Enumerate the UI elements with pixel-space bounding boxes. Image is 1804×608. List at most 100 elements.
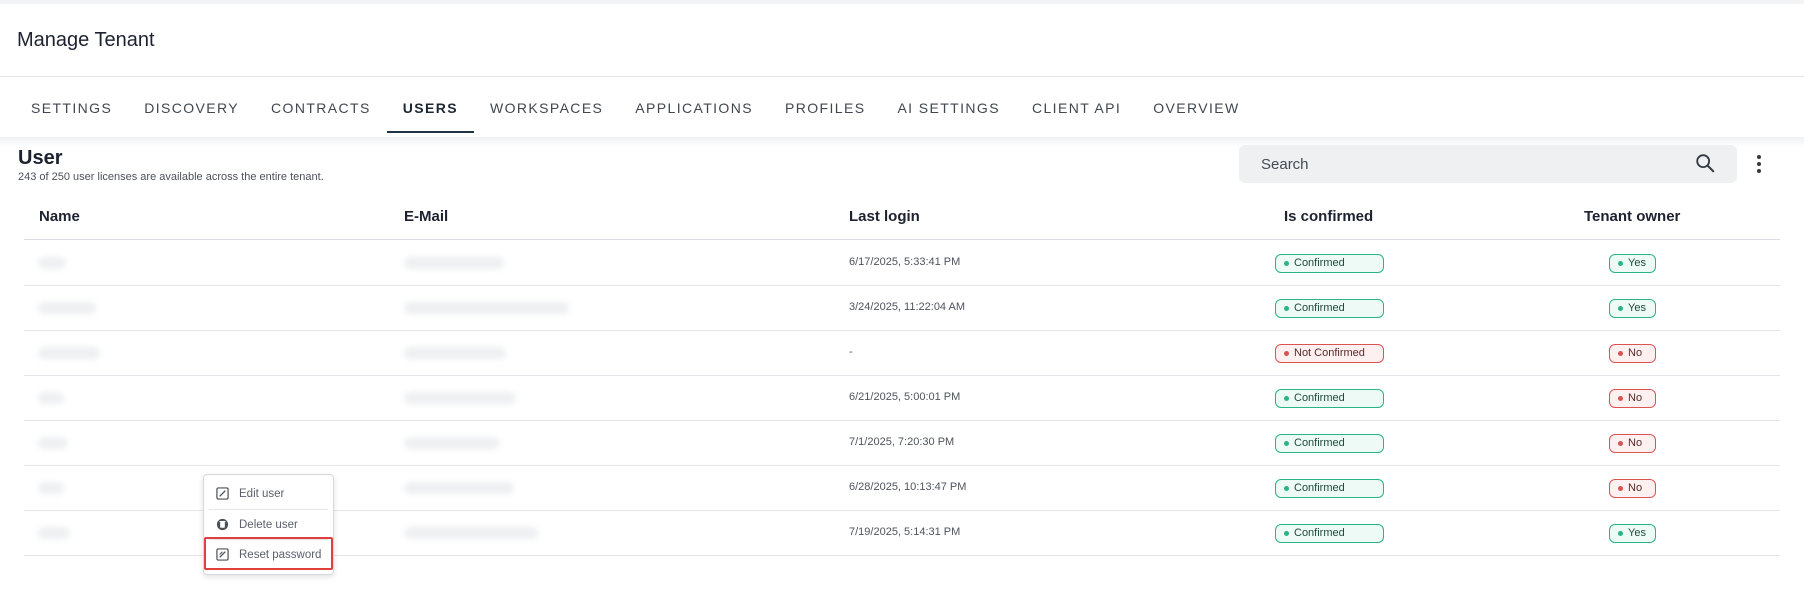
column-header-email[interactable]: E-Mail <box>404 208 448 225</box>
badge-label: Not Confirmed <box>1294 347 1365 359</box>
user-name-redacted <box>38 257 66 269</box>
last-login-value: 7/19/2025, 5:14:31 PM <box>849 526 961 538</box>
status-dot <box>1618 261 1623 266</box>
search-icon[interactable] <box>1694 152 1716 174</box>
status-dot <box>1618 396 1623 401</box>
user-email-redacted <box>404 392 516 404</box>
tenant-owner-badge: Yes <box>1609 524 1656 543</box>
badge-label: Confirmed <box>1294 437 1345 449</box>
status-dot <box>1284 351 1289 356</box>
last-login-value: 6/21/2025, 5:00:01 PM <box>849 391 961 403</box>
menu-item-label: Reset password <box>239 548 322 561</box>
user-name-redacted <box>38 527 70 539</box>
tab-users[interactable]: USERS <box>386 96 475 133</box>
edit-user-menu-item[interactable]: Edit user <box>204 479 333 508</box>
last-login-value: 6/17/2025, 5:33:41 PM <box>849 256 961 268</box>
confirmation-status-badge: Confirmed <box>1275 389 1384 408</box>
user-email-redacted <box>404 347 506 359</box>
confirmation-status-badge: Confirmed <box>1275 524 1384 543</box>
table-row[interactable]: 6/21/2025, 5:00:01 PM Confirmed No <box>24 376 1780 421</box>
badge-label: No <box>1628 347 1643 359</box>
tab-discovery[interactable]: DISCOVERY <box>128 96 255 130</box>
user-email-redacted <box>404 527 538 539</box>
user-email-redacted <box>404 257 504 269</box>
badge-label: Confirmed <box>1294 392 1345 404</box>
reset-password-icon <box>216 548 229 561</box>
tab-overview[interactable]: OVERVIEW <box>1137 96 1255 130</box>
badge-label: No <box>1628 392 1643 404</box>
confirmation-status-badge: Confirmed <box>1275 254 1384 273</box>
tenant-owner-badge: No <box>1609 479 1656 498</box>
last-login-value: - <box>849 346 853 358</box>
reset-password-menu-item[interactable]: Reset password <box>204 540 333 569</box>
table-row[interactable]: 3/24/2025, 11:22:04 AM Confirmed Yes <box>24 286 1780 331</box>
edit-icon <box>216 487 229 500</box>
tenant-owner-badge: No <box>1609 344 1656 363</box>
user-email-redacted <box>404 482 514 494</box>
table-row[interactable]: 7/1/2025, 7:20:30 PM Confirmed No <box>24 421 1780 466</box>
tab-applications[interactable]: APPLICATIONS <box>619 96 769 130</box>
tenant-owner-badge: No <box>1609 389 1656 408</box>
user-context-menu: Edit user Delete user Reset password <box>203 474 334 575</box>
status-dot <box>1618 306 1623 311</box>
table-header: Name E-Mail Last login Is confirmed Tena… <box>24 196 1780 240</box>
badge-label: No <box>1628 482 1643 494</box>
section-title: User <box>18 147 63 169</box>
badge-label: Confirmed <box>1294 257 1345 269</box>
search-input[interactable] <box>1239 145 1737 183</box>
tab-ai-settings[interactable]: AI SETTINGS <box>881 96 1016 130</box>
badge-label: Confirmed <box>1294 302 1345 314</box>
tab-profiles[interactable]: PROFILES <box>769 96 881 130</box>
tab-settings[interactable]: SETTINGS <box>15 96 128 130</box>
user-name-redacted <box>38 437 68 449</box>
user-name-redacted <box>38 392 64 404</box>
table-row[interactable]: - Not Confirmed No <box>24 331 1780 376</box>
confirmation-status-badge: Confirmed <box>1275 299 1384 318</box>
tenant-owner-badge: Yes <box>1609 299 1656 318</box>
column-header-last-login[interactable]: Last login <box>849 208 920 225</box>
tab-bar: SETTINGS DISCOVERY CONTRACTS USERS WORKS… <box>15 96 1256 133</box>
menu-item-label: Edit user <box>239 487 285 500</box>
last-login-value: 7/1/2025, 7:20:30 PM <box>849 436 955 448</box>
page-title: Manage Tenant <box>17 29 155 51</box>
tenant-owner-badge: Yes <box>1609 254 1656 273</box>
status-dot <box>1284 441 1289 446</box>
column-header-is-confirmed[interactable]: Is confirmed <box>1284 208 1373 225</box>
confirmation-status-badge: Confirmed <box>1275 434 1384 453</box>
confirmation-status-badge: Confirmed <box>1275 479 1384 498</box>
license-summary: 243 of 250 user licenses are available a… <box>18 171 324 183</box>
status-dot <box>1618 351 1623 356</box>
tab-workspaces[interactable]: WORKSPACES <box>474 96 619 130</box>
user-name-redacted <box>38 302 96 314</box>
tenant-owner-badge: No <box>1609 434 1656 453</box>
last-login-value: 3/24/2025, 11:22:04 AM <box>849 301 965 313</box>
user-email-redacted <box>404 302 569 314</box>
delete-user-menu-item[interactable]: Delete user <box>204 510 333 539</box>
status-dot <box>1284 531 1289 536</box>
column-header-name[interactable]: Name <box>39 208 80 225</box>
status-dot <box>1284 486 1289 491</box>
status-dot <box>1284 261 1289 266</box>
header-divider <box>0 76 1804 77</box>
badge-label: Yes <box>1628 257 1646 269</box>
badge-label: Confirmed <box>1294 527 1345 539</box>
top-border <box>0 0 1804 4</box>
column-header-tenant-owner[interactable]: Tenant owner <box>1584 208 1680 225</box>
user-name-redacted <box>38 347 100 359</box>
last-login-value: 6/28/2025, 10:13:47 PM <box>849 481 967 493</box>
status-dot <box>1284 396 1289 401</box>
badge-label: No <box>1628 437 1643 449</box>
badge-label: Confirmed <box>1294 482 1345 494</box>
status-dot <box>1618 486 1623 491</box>
status-dot <box>1618 531 1623 536</box>
table-row[interactable]: 6/17/2025, 5:33:41 PM Confirmed Yes <box>24 241 1780 286</box>
tab-client-api[interactable]: CLIENT API <box>1016 96 1137 130</box>
more-options-icon[interactable] <box>1750 152 1768 176</box>
badge-label: Yes <box>1628 527 1646 539</box>
badge-label: Yes <box>1628 302 1646 314</box>
status-dot <box>1284 306 1289 311</box>
trash-icon <box>216 518 229 531</box>
tab-contracts[interactable]: CONTRACTS <box>255 96 387 130</box>
user-email-redacted <box>404 437 500 449</box>
status-dot <box>1618 441 1623 446</box>
